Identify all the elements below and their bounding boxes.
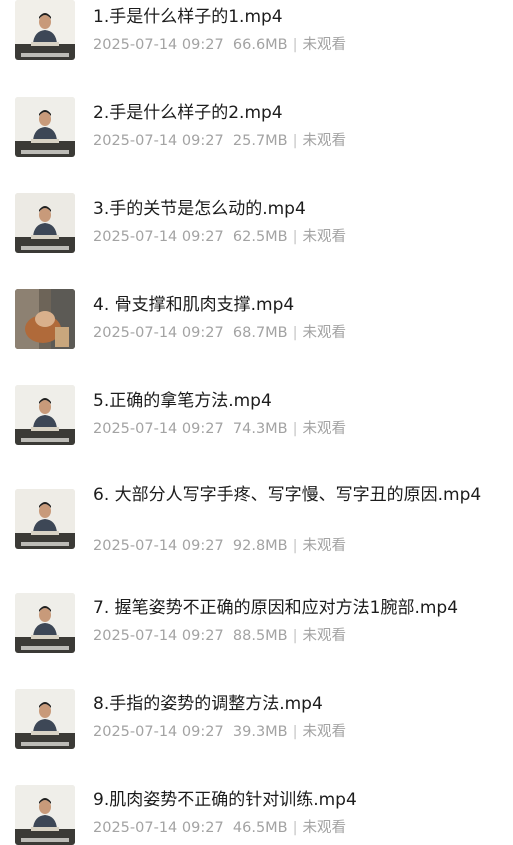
video-thumbnail[interactable] <box>15 193 75 253</box>
file-name[interactable]: 4. 骨支撑和肌肉支撑.mp4 <box>93 293 508 317</box>
file-size: 66.6MB <box>232 37 288 53</box>
file-size: 74.3MB <box>232 421 288 437</box>
watch-status: 未观看 <box>302 538 347 554</box>
meta-separator: | <box>292 133 298 149</box>
file-meta: 2025-07-14 09:27 88.5MB | 未观看 <box>93 626 346 646</box>
file-name[interactable]: 8.手指的姿势的调整方法.mp4 <box>93 692 508 716</box>
file-meta: 2025-07-14 09:27 46.5MB | 未观看 <box>93 818 346 838</box>
file-date: 2025-07-14 09:27 <box>93 133 224 149</box>
file-name[interactable]: 6. 大部分人写字手疼、写字慢、写字丑的原因.mp4 <box>93 483 508 507</box>
file-date: 2025-07-14 09:27 <box>93 229 224 245</box>
file-name[interactable]: 9.肌肉姿势不正确的针对训练.mp4 <box>93 788 508 812</box>
watch-status: 未观看 <box>302 229 347 245</box>
file-name[interactable]: 7. 握笔姿势不正确的原因和应对方法1腕部.mp4 <box>93 596 508 620</box>
file-size: 39.3MB <box>232 724 288 740</box>
video-thumbnail[interactable] <box>15 385 75 445</box>
file-meta: 2025-07-14 09:27 92.8MB | 未观看 <box>93 536 346 556</box>
file-meta: 2025-07-14 09:27 25.7MB | 未观看 <box>93 131 346 151</box>
watch-status: 未观看 <box>302 37 347 53</box>
meta-separator: | <box>292 229 298 245</box>
file-name[interactable]: 2.手是什么样子的2.mp4 <box>93 101 508 125</box>
meta-separator: | <box>292 538 298 554</box>
meta-separator: | <box>292 37 298 53</box>
file-name[interactable]: 3.手的关节是怎么动的.mp4 <box>93 197 508 221</box>
watch-status: 未观看 <box>302 628 347 644</box>
watch-status: 未观看 <box>302 325 347 341</box>
meta-separator: | <box>292 325 298 341</box>
video-thumbnail[interactable] <box>15 489 75 549</box>
file-name[interactable]: 5.正确的拿笔方法.mp4 <box>93 389 508 413</box>
file-meta: 2025-07-14 09:27 39.3MB | 未观看 <box>93 722 346 742</box>
file-date: 2025-07-14 09:27 <box>93 724 224 740</box>
video-thumbnail[interactable] <box>15 97 75 157</box>
file-size: 92.8MB <box>232 538 288 554</box>
watch-status: 未观看 <box>302 421 347 437</box>
video-thumbnail[interactable] <box>15 0 75 60</box>
file-meta: 2025-07-14 09:27 66.6MB | 未观看 <box>93 35 346 55</box>
watch-status: 未观看 <box>302 724 347 740</box>
file-name[interactable]: 1.手是什么样子的1.mp4 <box>93 5 508 29</box>
file-meta: 2025-07-14 09:27 68.7MB | 未观看 <box>93 323 346 343</box>
watch-status: 未观看 <box>302 133 347 149</box>
file-date: 2025-07-14 09:27 <box>93 628 224 644</box>
meta-separator: | <box>292 421 298 437</box>
file-meta: 2025-07-14 09:27 74.3MB | 未观看 <box>93 419 346 439</box>
file-date: 2025-07-14 09:27 <box>93 325 224 341</box>
file-size: 88.5MB <box>232 628 288 644</box>
meta-separator: | <box>292 724 298 740</box>
meta-separator: | <box>292 628 298 644</box>
file-meta: 2025-07-14 09:27 62.5MB | 未观看 <box>93 227 346 247</box>
file-size: 25.7MB <box>232 133 288 149</box>
file-date: 2025-07-14 09:27 <box>93 37 224 53</box>
video-thumbnail[interactable] <box>15 785 75 845</box>
video-thumbnail[interactable] <box>15 289 75 349</box>
file-date: 2025-07-14 09:27 <box>93 538 224 554</box>
file-size: 68.7MB <box>232 325 288 341</box>
file-date: 2025-07-14 09:27 <box>93 421 224 437</box>
file-size: 62.5MB <box>232 229 288 245</box>
video-thumbnail[interactable] <box>15 593 75 653</box>
video-thumbnail[interactable] <box>15 689 75 749</box>
